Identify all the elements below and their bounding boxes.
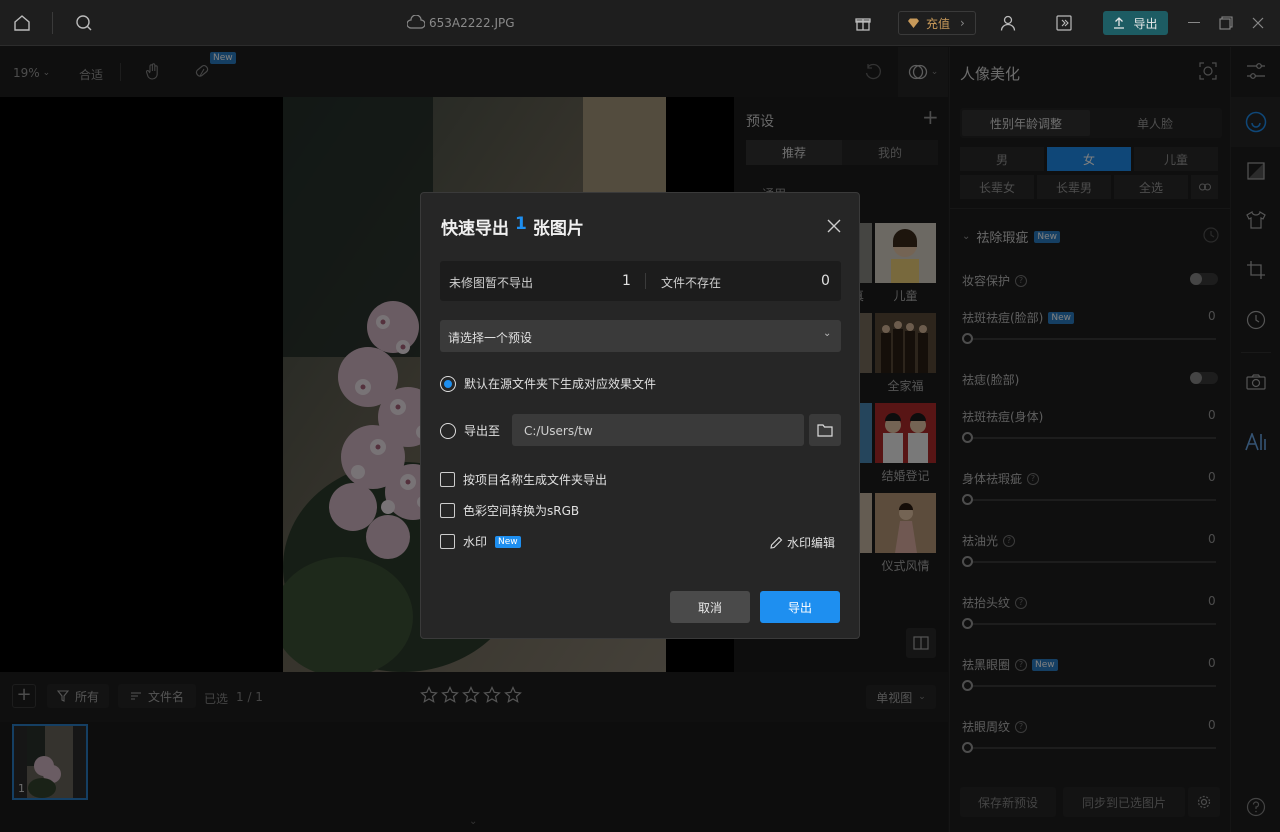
radio-unselected[interactable]	[440, 422, 456, 439]
stat-missing-value: 0	[821, 273, 830, 289]
close-window-icon[interactable]	[1250, 15, 1266, 31]
chevron-right-icon: ›	[960, 16, 965, 30]
checkbox[interactable]	[440, 472, 455, 487]
radio-default-option[interactable]: 默认在源文件夹下生成对应效果文件	[440, 375, 656, 392]
watermark-edit-label: 水印编辑	[787, 536, 836, 550]
dialog-title: 快速导出 1 张图片	[441, 214, 584, 239]
quick-export-dialog: 快速导出 1 张图片 未修图暂不导出 1 文件不存在 0 请选择一个预设 ⌄ 默…	[420, 192, 860, 639]
recharge-label: 充值	[926, 16, 951, 31]
checkbox[interactable]	[440, 534, 455, 549]
export-button[interactable]: 导出	[760, 591, 840, 623]
radio-export-to-option[interactable]: 导出至	[440, 422, 500, 439]
title-bar: 653A2222.JPG 充值 › 导出	[0, 0, 1280, 46]
home-icon[interactable]	[10, 11, 34, 35]
title-count: 1	[515, 214, 527, 234]
export-top-button[interactable]: 导出	[1103, 11, 1168, 35]
export-stats: 未修图暂不导出 1 文件不存在 0	[440, 261, 841, 301]
checkbox[interactable]	[440, 503, 455, 518]
diamond-icon	[907, 18, 920, 29]
user-icon[interactable]	[997, 12, 1019, 34]
radio-default-label: 默认在源文件夹下生成对应效果文件	[464, 377, 657, 391]
restore-icon[interactable]	[1218, 15, 1234, 31]
checkbox-label: 水印	[463, 535, 488, 549]
recharge-button[interactable]: 充值 ›	[898, 11, 976, 35]
title-suffix: 张图片	[532, 219, 584, 239]
folder-browse-icon[interactable]	[809, 414, 841, 446]
export-top-label: 导出	[1133, 16, 1158, 31]
checkbox-label: 按项目名称生成文件夹导出	[463, 473, 608, 487]
cloud-sync-icon	[407, 14, 425, 32]
stat-unedited-label: 未修图暂不导出	[449, 276, 534, 290]
collapse-panel-icon[interactable]	[1053, 12, 1075, 34]
title-prefix: 快速导出	[441, 219, 509, 239]
checkbox-watermark[interactable]: 水印 New	[440, 533, 521, 550]
search-icon[interactable]	[72, 11, 96, 35]
watermark-edit-link[interactable]: 水印编辑	[769, 534, 835, 551]
preset-select-placeholder: 请选择一个预设	[448, 331, 533, 345]
chevron-down-icon: ⌄	[823, 328, 832, 339]
radio-selected[interactable]	[440, 375, 456, 392]
app-window: 653A2222.JPG 充值 › 导出 19% ⌄	[0, 0, 1280, 832]
pencil-icon	[769, 536, 783, 550]
upload-icon	[1113, 17, 1125, 29]
checkbox-srgb[interactable]: 色彩空间转换为sRGB	[440, 502, 579, 519]
checkbox-label: 色彩空间转换为sRGB	[463, 504, 580, 518]
close-icon[interactable]	[823, 215, 845, 237]
export-path-value: C:/Users/tw	[524, 424, 593, 438]
stat-missing-label: 文件不存在	[661, 276, 722, 290]
radio-export-to-label: 导出至	[464, 424, 501, 438]
minimize-icon[interactable]	[1188, 22, 1200, 23]
cancel-button[interactable]: 取消	[670, 591, 750, 623]
new-badge: New	[495, 535, 521, 548]
divider	[52, 12, 53, 34]
stat-unedited-value: 1	[622, 273, 631, 289]
checkbox-project-folder[interactable]: 按项目名称生成文件夹导出	[440, 471, 607, 488]
file-name: 653A2222.JPG	[429, 16, 515, 30]
preset-select[interactable]: 请选择一个预设 ⌄	[440, 320, 841, 352]
divider	[645, 273, 646, 289]
export-path-field[interactable]: C:/Users/tw	[512, 414, 804, 446]
gift-icon[interactable]	[852, 12, 874, 34]
